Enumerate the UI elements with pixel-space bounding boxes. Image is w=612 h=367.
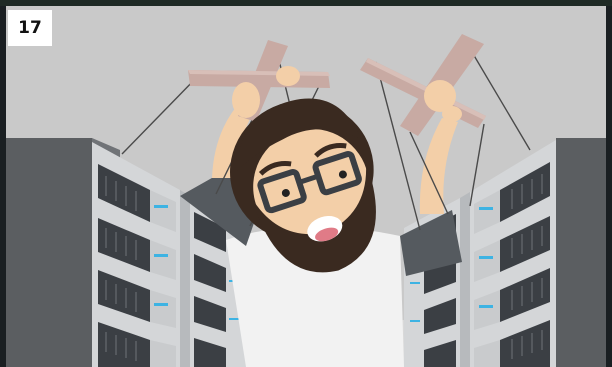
right-server-rack-far [556, 138, 606, 367]
illustration-scene: 17 [0, 0, 612, 367]
top-strip [0, 0, 612, 6]
puppet-server-illustration [0, 0, 612, 367]
slide-number: 17 [18, 18, 42, 38]
slide-number-badge: 17 [8, 10, 52, 46]
